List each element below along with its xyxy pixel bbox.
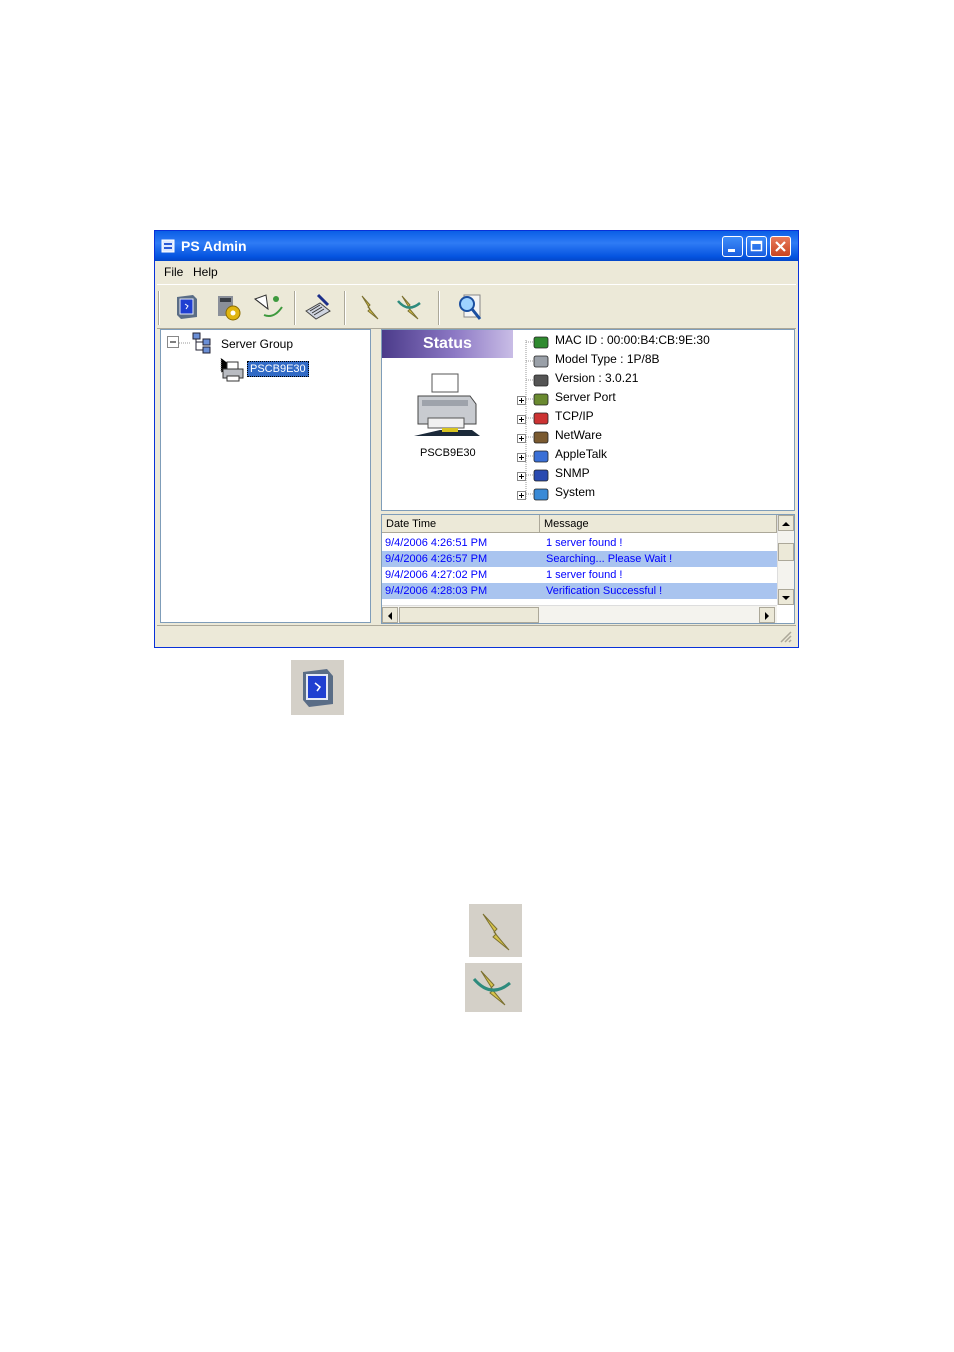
vertical-scrollbar[interactable] [777,515,794,605]
expand-icon[interactable] [517,453,527,463]
status-banner: Status [382,330,513,358]
info-row-label: Version : 3.0.21 [555,371,639,385]
info-row-label: MAC ID : 00:00:B4:CB:9E:30 [555,333,710,347]
maximize-icon [750,240,763,252]
log-time: 9/4/2006 4:26:51 PM [385,537,488,549]
tree-item-selected[interactable]: PSCB9E30 [247,361,309,377]
search-network-button[interactable] [252,291,284,323]
arrow-down-icon [782,596,790,600]
log-time: 9/4/2006 4:28:03 PM [385,585,488,597]
menu-file[interactable]: File [164,265,183,279]
expand-icon[interactable] [517,434,527,444]
arrow-left-icon [388,612,392,620]
ps-admin-window: PS Admin File Help Server Group PSCB9E30… [154,230,799,648]
log-time: 9/4/2006 4:26:57 PM [385,553,488,565]
port-icon [533,393,549,406]
log-time: 9/4/2006 4:27:02 PM [385,569,488,581]
log-list[interactable]: Date Time Message 9/4/2006 4:26:51 PM 1 s… [381,514,795,624]
arrow-up-icon [782,522,790,526]
info-row-label: Model Type : 1P/8B [555,352,660,366]
toolbar-separator [344,291,346,325]
settings-button[interactable] [212,291,244,323]
info-row-label[interactable]: AppleTalk [555,447,607,461]
magnifier-button[interactable] [454,291,486,323]
app-icon [161,239,175,253]
monitor-button[interactable] [171,291,203,323]
log-row[interactable]: 9/4/2006 4:26:57 PM Searching... Please W… [382,551,777,567]
doc-monitor-icon [291,660,344,715]
monitor-icon [303,669,333,707]
magnifier-icon [459,294,482,320]
flash-off-icon [472,970,511,1006]
menu-bar: File Help [155,261,798,283]
apple-icon [533,450,549,463]
network-card-icon [533,336,549,349]
info-row-label[interactable]: SNMP [555,466,590,480]
info-row-label[interactable]: System [555,485,595,499]
expand-icon[interactable] [517,472,527,482]
close-icon [775,241,786,252]
printer-name-label: PSCB9E30 [420,447,476,459]
window-title: PS Admin [181,238,247,254]
scroll-up-button[interactable] [778,515,794,531]
scroll-thumb[interactable] [778,543,794,561]
log-row[interactable]: 9/4/2006 4:26:51 PM 1 server found ! [382,535,777,551]
toolbar [157,284,796,329]
tcpip-icon [533,412,549,425]
flash-icon [361,295,379,320]
flash-off-icon [397,295,421,320]
status-panel: Status PSCB9E30 MAC ID : 00:00:B4:CB:9E:… [381,329,795,511]
edit-button[interactable] [302,291,334,323]
scroll-left-button[interactable] [382,607,398,623]
large-printer-icon [414,373,480,436]
system-icon [533,488,549,501]
column-header-datetime[interactable]: Date Time [382,515,540,533]
version-icon [533,374,549,387]
info-row-label[interactable]: NetWare [555,428,602,442]
server-group-icon [192,332,211,354]
search-network-icon [253,294,283,317]
netware-icon [533,431,549,444]
close-button[interactable] [770,236,791,257]
doc-flash-icon [469,904,522,957]
log-row[interactable]: 9/4/2006 4:27:02 PM 1 server found ! [382,567,777,583]
printer-icon [222,361,244,382]
hscroll-thumb[interactable] [399,607,539,623]
snmp-icon [533,469,549,482]
scroll-right-button[interactable] [759,607,775,623]
settings-icon [218,296,241,321]
monitor-icon [177,295,197,319]
toolbar-grip [158,291,160,325]
log-message: Searching... Please Wait ! [546,553,673,565]
minimize-icon [728,249,735,252]
expand-icon[interactable] [517,491,527,501]
flash-button[interactable] [354,291,386,323]
menu-help[interactable]: Help [193,265,218,279]
log-message: Verification Successful ! [546,585,663,597]
expand-icon[interactable] [517,396,527,406]
maximize-button[interactable] [746,236,767,257]
toolbar-separator [438,291,440,325]
doc-flash-off-icon [465,963,522,1012]
tree-root-label[interactable]: Server Group [221,337,293,351]
toolbar-separator [294,291,296,325]
edit-icon [305,293,331,320]
device-icon [533,355,549,368]
status-bar [157,625,796,646]
info-row-label[interactable]: Server Port [555,390,616,404]
minimize-button[interactable] [722,236,743,257]
arrow-right-icon [765,612,769,620]
flash-off-button[interactable] [394,291,426,323]
info-row-label[interactable]: TCP/IP [555,409,594,423]
flash-icon [482,913,510,951]
log-message: 1 server found ! [546,537,623,549]
log-row[interactable]: 9/4/2006 4:28:03 PM Verification Successf… [382,583,777,599]
column-header-message[interactable]: Message [540,515,777,533]
horizontal-scrollbar[interactable] [382,605,777,623]
log-message: 1 server found ! [546,569,623,581]
title-bar[interactable]: PS Admin [155,231,798,261]
scroll-down-button[interactable] [778,589,794,605]
expand-icon[interactable] [517,415,527,425]
resize-grip-icon[interactable] [779,630,793,644]
